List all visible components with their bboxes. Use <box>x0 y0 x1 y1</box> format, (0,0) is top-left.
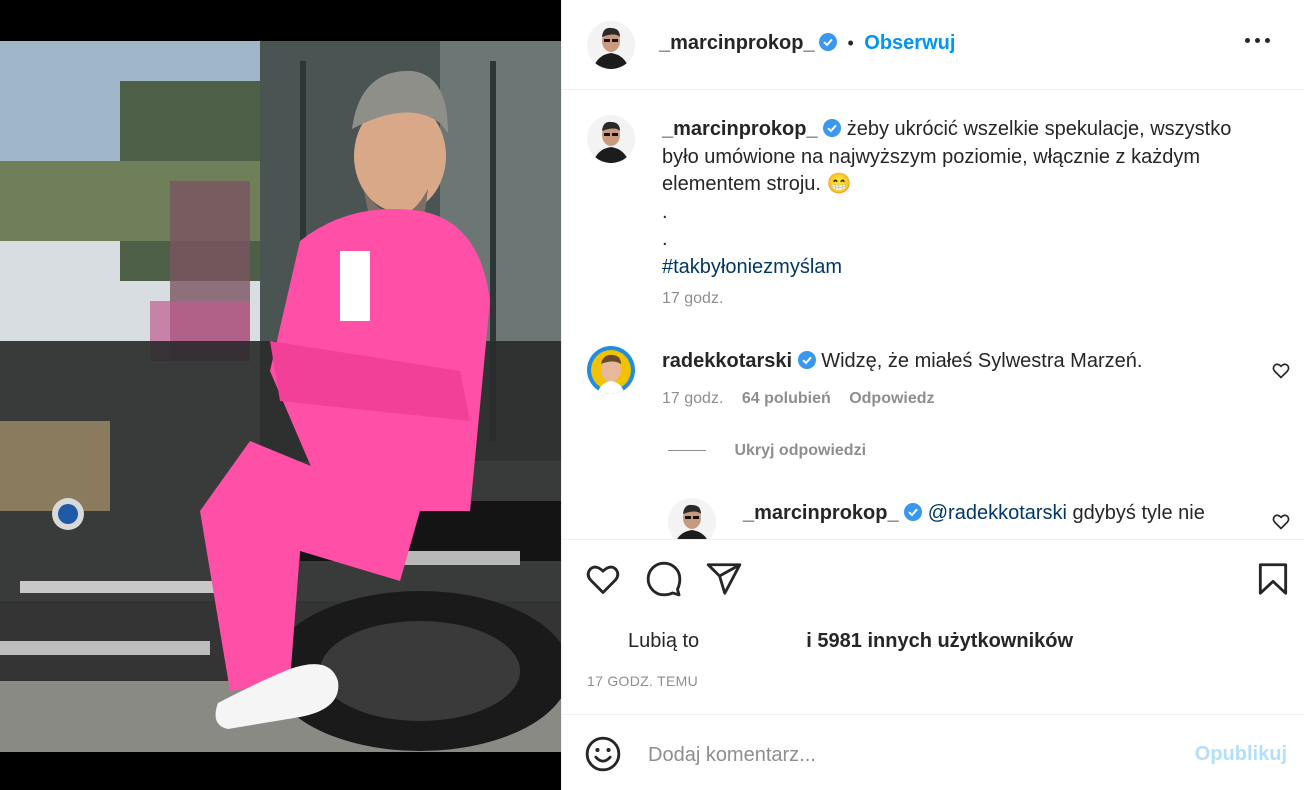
comment-input[interactable] <box>646 737 1170 773</box>
author-username[interactable]: _marcinprokop_ <box>659 32 815 54</box>
comment-1-timestamp: 17 godz. <box>662 390 724 407</box>
header-author-row: _marcinprokop_ • Obserwuj <box>659 32 955 55</box>
comment-like-heart-icon[interactable] <box>1271 360 1291 380</box>
hide-replies-label: Ukryj odpowiedzi <box>734 442 867 459</box>
caption-hashtag-link[interactable]: #takbyłoniezmyślam <box>662 254 1262 282</box>
caption-text-block: _marcinprokop_ żeby ukrócić wszelkie spe… <box>662 116 1262 281</box>
likes-count-link[interactable]: i 5981 innych użytkowników <box>806 630 1073 652</box>
instagram-post-view: _marcinprokop_ • Obserwuj _marcinprokop_… <box>0 0 1304 790</box>
author-avatar[interactable] <box>587 21 635 69</box>
reply-1-mention-link[interactable]: @radekkotarski <box>928 502 1067 524</box>
reply-1-text-block: _marcinprokop_ @radekkotarski gdybyś tyl… <box>743 500 1243 528</box>
comment-bubble-icon[interactable] <box>645 560 683 598</box>
avatar-image-icon <box>587 115 635 163</box>
add-comment-bar: Opublikuj <box>562 714 1304 790</box>
caption-author-avatar[interactable] <box>587 115 635 163</box>
caption-dot-line-1: . <box>662 200 668 223</box>
reply-1-username[interactable]: _marcinprokop_ <box>743 502 899 524</box>
post-header: _marcinprokop_ • Obserwuj <box>562 0 1304 90</box>
commenter-avatar[interactable] <box>587 346 635 394</box>
likes-summary: Lubią to i 5981 innych użytkowników <box>628 630 1073 653</box>
post-action-bar <box>562 540 1304 620</box>
reply-1-text: gdybyś tyle nie <box>1072 502 1205 524</box>
emoji-smiley-icon[interactable] <box>584 735 622 773</box>
verified-badge-icon <box>819 33 838 51</box>
header-separator: • <box>847 33 854 53</box>
comments-section: _marcinprokop_ żeby ukrócić wszelkie spe… <box>562 90 1304 540</box>
caption-timestamp: 17 godz. <box>662 290 724 307</box>
post-time-ago: 17 GODZ. TEMU <box>587 673 698 689</box>
replies-divider-line <box>668 450 706 452</box>
reply-author-avatar[interactable] <box>668 498 716 539</box>
caption-username[interactable]: _marcinprokop_ <box>662 118 818 140</box>
publish-button[interactable]: Opublikuj <box>1195 743 1287 766</box>
verified-badge-icon <box>904 502 923 521</box>
post-photo[interactable] <box>0 41 561 752</box>
more-options-icon[interactable] <box>1245 30 1271 50</box>
comment-1-text-block: radekkotarski Widzę, że miałeś Sylwestra… <box>662 348 1222 376</box>
follow-button[interactable]: Obserwuj <box>864 32 955 54</box>
photo-illustration <box>0 41 561 752</box>
comment-1-meta: 17 godz. 64 polubień Odpowiedz <box>662 390 935 408</box>
reply-like-heart-icon[interactable] <box>1271 511 1291 531</box>
comment-1-likes[interactable]: 64 polubień <box>742 390 831 407</box>
avatar-image-icon <box>668 498 716 539</box>
likes-prefix: Lubią to <box>628 630 700 652</box>
paper-plane-icon[interactable] <box>705 560 743 598</box>
verified-badge-icon <box>797 350 816 369</box>
hide-replies-toggle[interactable]: Ukryj odpowiedzi <box>668 442 866 460</box>
heart-icon[interactable] <box>584 560 622 598</box>
verified-badge-icon <box>823 118 842 137</box>
bookmark-icon[interactable] <box>1254 560 1292 598</box>
post-media <box>0 0 561 790</box>
post-side-panel: _marcinprokop_ • Obserwuj _marcinprokop_… <box>561 0 1304 790</box>
comment-1-reply-button[interactable]: Odpowiedz <box>849 390 934 407</box>
caption-dot-line-2: . <box>662 228 668 250</box>
avatar-image-icon <box>587 21 635 69</box>
caption-emoji: 😁 <box>826 173 852 195</box>
avatar-image-icon <box>587 346 635 394</box>
comment-1-username[interactable]: radekkotarski <box>662 350 792 372</box>
comment-1-text: Widzę, że miałeś Sylwestra Marzeń. <box>821 350 1143 372</box>
